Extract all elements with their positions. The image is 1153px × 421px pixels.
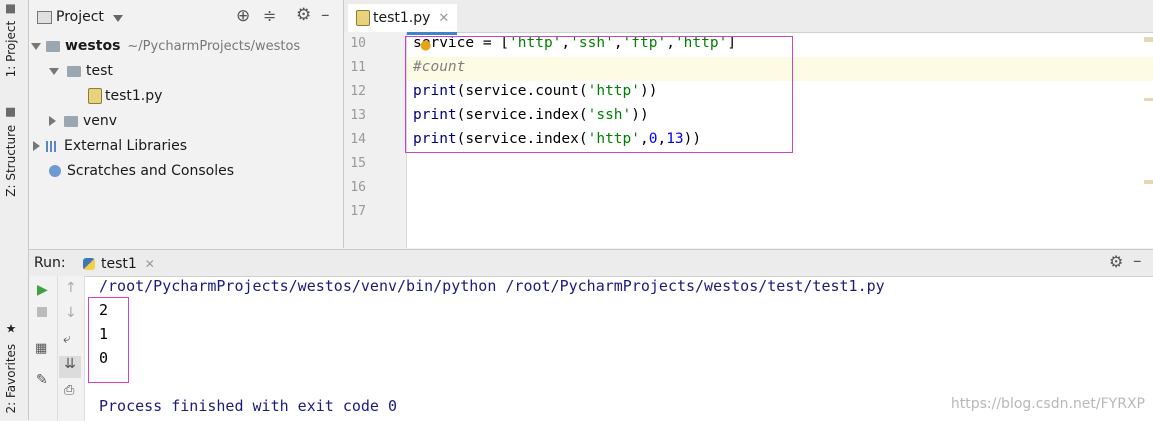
scroll-marker (1144, 180, 1153, 184)
tree-external-libraries-label: External Libraries (64, 138, 187, 154)
line-number-gutter: 10 11 12 13 14 15 16 17 (344, 32, 407, 248)
python-file-icon (88, 88, 102, 104)
arrow-down-icon[interactable]: ↓ (65, 305, 77, 321)
soft-wrap-icon[interactable]: ⤶ (63, 331, 71, 347)
hide-panel-icon[interactable]: – (1133, 251, 1142, 271)
output-highlight-box (88, 297, 129, 383)
star-icon: ★ (4, 322, 18, 336)
arrow-up-icon[interactable]: ↑ (65, 280, 77, 296)
tree-test-label: test (86, 63, 113, 79)
locate-icon[interactable]: ⊕ (236, 6, 250, 26)
gear-icon[interactable]: ⚙ (296, 5, 311, 25)
project-panel-header: Project ⊕ ≑ ⚙ – (29, 0, 343, 34)
tree-root-name: westos (65, 38, 121, 54)
project-tool-tab[interactable]: 1: Project (4, 4, 18, 77)
libraries-icon (46, 140, 58, 152)
scroll-marker (1144, 98, 1153, 101)
line-number: 12 (350, 84, 366, 99)
project-tool-tab-label: 1: Project (4, 20, 18, 78)
tree-venv-label: venv (83, 113, 118, 129)
line-number: 17 (350, 204, 366, 219)
folder-icon (67, 65, 81, 77)
python-icon (83, 258, 95, 270)
editor-tab-bar: test1.py ✕ (344, 0, 1153, 35)
close-icon[interactable]: ✕ (438, 11, 449, 26)
folder-icon (6, 4, 16, 13)
structure-tool-tab[interactable]: Z: Structure (4, 108, 18, 197)
layout-icon[interactable]: ▦ (35, 341, 47, 356)
favorites-tool-tab-label: 2: Favorites (4, 343, 18, 414)
run-panel-header: Run: test1 ✕ ⚙ – (29, 250, 1153, 277)
structure-tool-tab-label: Z: Structure (4, 124, 18, 197)
run-config-tab[interactable]: test1 ✕ (83, 252, 155, 276)
close-icon[interactable]: ✕ (145, 257, 155, 271)
structure-icon (6, 108, 16, 117)
project-view-icon (37, 11, 52, 24)
pin-icon[interactable]: ✎ (36, 372, 48, 388)
tree-test1-label: test1.py (105, 88, 163, 104)
run-toolbar-secondary: ↑ ↓ ⤶ ⇊ ⎙ (58, 276, 85, 421)
scratches-icon (49, 165, 61, 177)
favorites-tool-tab[interactable]: 2: Favorites ★ (4, 322, 18, 414)
run-label: Run: (34, 255, 66, 271)
line-number: 11 (350, 60, 366, 75)
expand-arrow-icon[interactable] (49, 67, 59, 75)
folder-icon (46, 40, 60, 52)
tree-node-test1-py[interactable]: test1.py (88, 86, 162, 106)
scroll-marker (1144, 37, 1153, 42)
play-icon[interactable]: ▶ (37, 282, 48, 298)
scroll-to-end-icon[interactable]: ⇊ (59, 356, 81, 378)
expand-arrow-icon[interactable] (31, 42, 41, 50)
tree-node-scratches[interactable]: Scratches and Consoles (49, 161, 234, 181)
tree-scratches-label: Scratches and Consoles (67, 163, 234, 179)
code-editor: test1.py ✕ 10 11 12 13 14 15 16 17 servi… (344, 0, 1153, 248)
run-command-line: /root/PycharmProjects/westos/venv/bin/py… (99, 277, 885, 295)
watermark: https://blog.csdn.net/FYRXP (950, 396, 1145, 412)
run-config-label: test1 (101, 256, 137, 272)
python-file-icon (356, 10, 370, 26)
collapsed-arrow-icon[interactable] (49, 116, 56, 126)
tab-label: test1.py (373, 10, 431, 26)
collapse-all-icon[interactable]: ≑ (263, 6, 276, 25)
stop-icon[interactable] (37, 307, 47, 317)
tab-test1-py[interactable]: test1.py ✕ (348, 4, 458, 35)
line-number: 13 (350, 108, 366, 123)
tree-node-venv[interactable]: venv (49, 111, 117, 131)
collapsed-arrow-icon[interactable] (33, 141, 40, 151)
line-number: 14 (350, 132, 366, 147)
tree-node-westos[interactable]: westos ~/PycharmProjects/westos (31, 36, 300, 56)
project-panel-title[interactable]: Project (56, 9, 104, 25)
code-highlight-box (405, 36, 793, 153)
line-number: 10 (350, 36, 366, 51)
tree-node-test[interactable]: test (49, 61, 113, 81)
run-toolbar-primary: ▶ ▦ ✎ (29, 276, 58, 421)
line-number: 15 (350, 156, 366, 171)
exit-message: Process finished with exit code 0 (99, 397, 398, 415)
left-tool-strip: 1: Project Z: Structure 2: Favorites ★ (0, 0, 29, 420)
print-icon[interactable]: ⎙ (64, 383, 74, 398)
folder-icon (64, 115, 78, 127)
chevron-down-icon[interactable] (113, 15, 123, 22)
project-panel: Project ⊕ ≑ ⚙ – westos ~/PycharmProjects… (29, 0, 344, 248)
hide-panel-icon[interactable]: – (321, 5, 330, 25)
line-number: 16 (350, 180, 366, 195)
tree-root-path: ~/PycharmProjects/westos (127, 38, 301, 54)
gear-icon[interactable]: ⚙ (1109, 252, 1123, 271)
tree-node-external-libraries[interactable]: External Libraries (33, 136, 187, 156)
